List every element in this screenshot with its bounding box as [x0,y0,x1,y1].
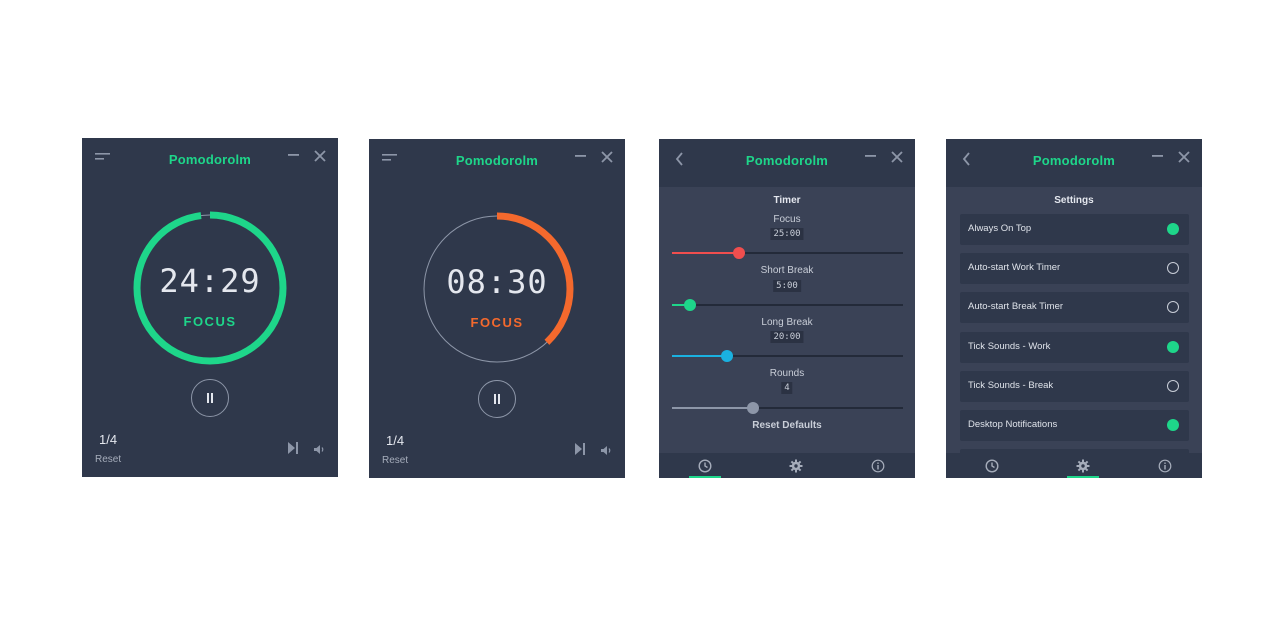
minimize-icon[interactable] [1152,152,1163,160]
volume-icon[interactable] [600,443,613,461]
setting-always-on-top[interactable]: Always On Top [960,214,1189,245]
setting-label: Desktop Notifications [968,419,1058,430]
setting-label: Always On Top [968,223,1032,234]
setting-toggle[interactable] [1167,223,1179,235]
slider-focus[interactable] [672,247,903,259]
tab-timer[interactable] [689,459,721,478]
setting-label: Auto-start Work Timer [968,262,1061,273]
volume-icon[interactable] [313,442,326,460]
skip-forward-icon[interactable] [574,442,586,461]
slider-rounds[interactable] [672,402,903,414]
setting-toggle[interactable] [1167,341,1179,353]
round-counter: 1/4 [99,432,118,447]
gear-icon [789,459,803,473]
time-display: 24:29 [159,262,261,300]
reset-link[interactable]: Reset [382,455,408,466]
setting-auto-start-work[interactable]: Auto-start Work Timer [960,253,1189,284]
tab-settings[interactable] [780,459,812,478]
tab-timer[interactable] [976,459,1008,478]
slider-label-focus: Focus [773,214,801,225]
bottom-nav [946,453,1202,478]
slider-value-rounds: 4 [781,382,793,394]
clock-icon [985,459,999,473]
gear-icon [1076,459,1090,473]
title-bar: Pomodorolm [659,139,915,185]
tab-about[interactable] [1149,459,1181,478]
pause-button[interactable] [191,379,229,417]
mode-label: FOCUS [183,314,237,329]
app-title: Pomodorolm [745,153,829,168]
title-bar: Pomodorolm [946,139,1202,185]
slider-fill [672,407,753,409]
minimize-icon[interactable] [575,152,586,160]
timer-dial: 24:29 FOCUS [132,210,288,366]
slider-short-break[interactable] [672,299,903,311]
slider-handle[interactable] [746,402,759,414]
timer-dial: 08:30 FOCUS [419,211,575,367]
reset-link[interactable]: Reset [95,454,121,465]
app-title: Pomodorolm [168,152,252,167]
setting-desktop-notifications[interactable]: Desktop Notifications [960,410,1189,441]
info-icon [1158,459,1172,473]
slider-fill [672,252,739,254]
settings-window: Pomodorolm Settings Always On Top Auto-s… [946,139,1202,478]
info-icon [871,459,885,473]
setting-label: Tick Sounds - Break [968,380,1054,391]
setting-label: Auto-start Break Timer [968,301,1064,312]
pause-button[interactable] [478,380,516,418]
slider-fill [672,355,728,357]
title-bar: Pomodorolm [82,138,338,184]
timer-settings-window: Pomodorolm Timer Focus 25:00 Short Break… [659,139,915,478]
setting-toggle[interactable] [1167,262,1179,274]
active-tab-indicator [1067,476,1099,478]
minimize-icon[interactable] [865,152,876,160]
close-icon[interactable] [314,150,326,162]
slider-value-long-break: 20:00 [770,331,804,343]
active-tab-indicator [689,476,721,478]
time-display: 08:30 [446,263,548,301]
minimize-icon[interactable] [288,151,299,159]
pause-icon [207,393,209,403]
slider-long-break[interactable] [672,350,903,362]
skip-forward-icon[interactable] [287,441,299,460]
close-icon[interactable] [891,151,903,163]
close-icon[interactable] [601,151,613,163]
setting-toggle[interactable] [1167,301,1179,313]
round-counter: 1/4 [386,433,405,448]
slider-value-focus: 25:00 [770,228,804,240]
app-title: Pomodorolm [1032,153,1116,168]
setting-auto-start-break[interactable]: Auto-start Break Timer [960,292,1189,323]
timer-window-focus: Pomodorolm 24:29 FOCUS 1/4 Reset [82,138,338,477]
slider-label-short-break: Short Break [760,265,814,276]
bottom-nav [659,453,915,478]
section-title: Settings [1054,195,1094,206]
title-bar: Pomodorolm [369,139,625,185]
tab-about[interactable] [862,459,894,478]
clock-icon [698,459,712,473]
setting-tick-sounds-break[interactable]: Tick Sounds - Break [960,371,1189,402]
timer-window-break: Pomodorolm 08:30 FOCUS 1/4 Reset [369,139,625,478]
setting-tick-sounds-work[interactable]: Tick Sounds - Work [960,332,1189,363]
pause-icon [494,394,496,404]
section-title: Timer [773,195,801,206]
close-icon[interactable] [1178,151,1190,163]
slider-handle[interactable] [732,247,745,259]
reset-defaults-button[interactable]: Reset Defaults [659,420,915,431]
setting-label: Tick Sounds - Work [968,341,1051,352]
slider-label-long-break: Long Break [761,317,813,328]
tab-settings[interactable] [1067,459,1099,478]
slider-label-rounds: Rounds [769,368,805,379]
slider-value-short-break: 5:00 [773,280,801,292]
setting-toggle[interactable] [1167,419,1179,431]
app-title: Pomodorolm [455,153,539,168]
setting-toggle[interactable] [1167,380,1179,392]
mode-label: FOCUS [470,315,524,330]
